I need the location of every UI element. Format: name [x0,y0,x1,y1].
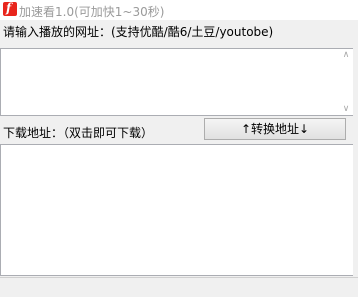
flash-icon: f [3,1,17,16]
scroll-up-arrow-icon[interactable]: ∧ [342,51,350,60]
url-scrollbar[interactable]: ∧ ∨ [339,49,353,115]
window-title: 加速看1.0(可加快1~30秒) [19,5,165,19]
status-bar [0,277,358,297]
download-list[interactable] [0,144,353,276]
convert-address-button[interactable]: ↑转换地址↓ [204,118,346,140]
download-label: 下载地址：（双击即可下载） [3,126,154,140]
scroll-down-arrow-icon[interactable]: ∨ [342,105,350,114]
url-input-container: ∧ ∨ [0,48,353,116]
url-label: 请输入播放的网址：(支持优酷/酷6/土豆/youtobe) [3,25,274,39]
url-input[interactable] [1,49,337,115]
main-panel: 请输入播放的网址：(支持优酷/酷6/土豆/youtobe) ∧ ∨ 下载地址：（… [0,20,358,297]
title-bar: f 加速看1.0(可加快1~30秒) [0,0,358,20]
